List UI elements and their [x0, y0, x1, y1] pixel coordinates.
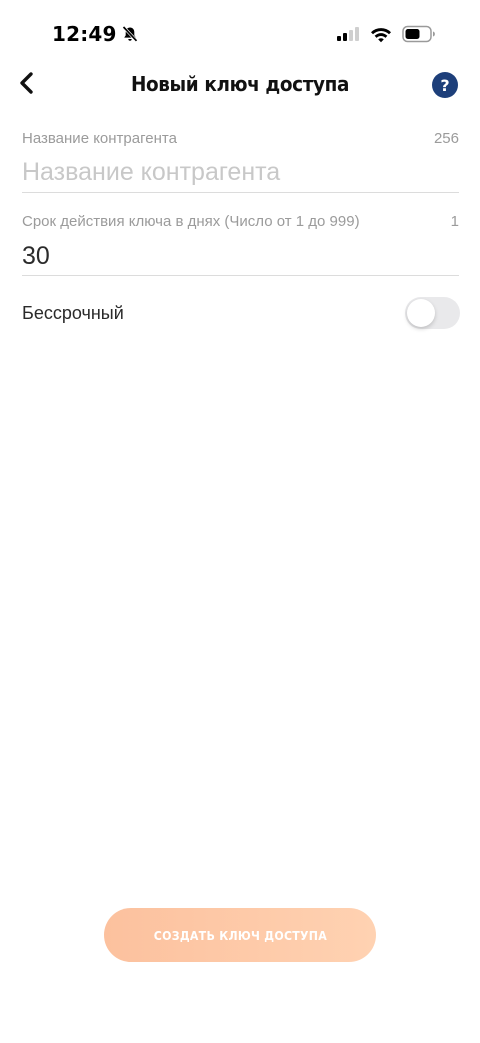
wifi-icon	[370, 26, 392, 48]
status-time: 12:49	[52, 22, 117, 46]
perpetual-toggle[interactable]	[405, 297, 460, 329]
key-term-input[interactable]	[22, 240, 459, 272]
counterparty-name-counter: 256	[433, 130, 459, 147]
battery-icon	[402, 25, 436, 48]
counterparty-name-label: Название контрагента	[22, 130, 177, 147]
page-title: Новый ключ доступа	[130, 72, 350, 96]
counterparty-name-field: Название контрагента 256	[22, 128, 459, 193]
create-access-key-button[interactable]: СОЗДАТЬ КЛЮЧ ДОСТУПА	[104, 908, 376, 962]
toggle-knob	[407, 299, 435, 327]
perpetual-label: Бессрочный	[22, 303, 124, 323]
help-button[interactable]: ?	[432, 72, 458, 98]
nav-bar: Новый ключ доступа ?	[0, 62, 480, 108]
status-time-group: 12:49	[52, 22, 139, 46]
status-indicators	[336, 25, 436, 48]
status-bar: 12:49	[0, 0, 480, 70]
perpetual-row: Бессрочный	[22, 295, 460, 331]
bell-slash-icon	[121, 25, 139, 43]
key-term-counter: 1	[450, 213, 459, 230]
counterparty-name-input[interactable]	[22, 156, 459, 188]
signal-icon	[336, 25, 360, 48]
key-term-label: Срок действия ключа в днях (Число от 1 д…	[22, 213, 360, 230]
create-access-key-label: СОЗДАТЬ КЛЮЧ ДОСТУПА	[153, 927, 327, 943]
question-mark-icon: ?	[440, 75, 450, 95]
key-term-field: Срок действия ключа в днях (Число от 1 д…	[22, 212, 459, 276]
